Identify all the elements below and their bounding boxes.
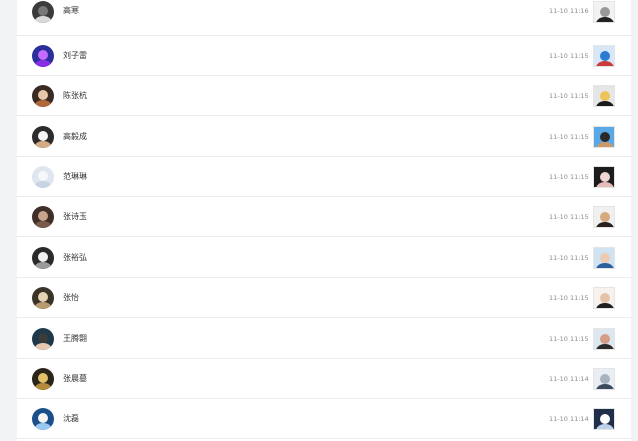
avatar[interactable] <box>32 45 54 67</box>
timestamp: 11-10 11:14 <box>549 375 589 383</box>
avatar[interactable] <box>32 328 54 350</box>
post-thumbnail[interactable] <box>593 166 615 188</box>
post-thumbnail[interactable] <box>593 328 615 350</box>
list-item[interactable]: 高毅成 11-10 11:15 <box>17 117 631 157</box>
list-item[interactable]: 高寒 11-10 11:16 <box>17 0 631 36</box>
list-item[interactable]: 陈张杭 11-10 11:15 <box>17 76 631 116</box>
post-thumbnail[interactable] <box>593 85 615 107</box>
timestamp: 11-10 11:15 <box>549 213 589 221</box>
post-thumbnail[interactable] <box>593 45 615 67</box>
user-name[interactable]: 高寒 <box>63 5 79 17</box>
avatar[interactable] <box>32 206 54 228</box>
timestamp: 11-10 11:15 <box>549 294 589 302</box>
avatar[interactable] <box>32 287 54 309</box>
user-name[interactable]: 王腾翾 <box>63 333 87 345</box>
list-item[interactable]: 张诗玉 11-10 11:15 <box>17 197 631 237</box>
timestamp: 11-10 11:14 <box>549 415 589 423</box>
avatar[interactable] <box>32 247 54 269</box>
post-thumbnail[interactable] <box>593 287 615 309</box>
post-thumbnail[interactable] <box>593 247 615 269</box>
post-thumbnail[interactable] <box>593 408 615 430</box>
avatar[interactable] <box>32 85 54 107</box>
list-item[interactable]: 张晨墓 11-10 11:14 <box>17 359 631 399</box>
timestamp: 11-10 11:15 <box>549 133 589 141</box>
post-thumbnail[interactable] <box>593 368 615 390</box>
list-item[interactable]: 张裕弘 11-10 11:15 <box>17 238 631 278</box>
avatar[interactable] <box>32 1 54 23</box>
avatar[interactable] <box>32 126 54 148</box>
user-name[interactable]: 陈张杭 <box>63 90 87 102</box>
timestamp: 11-10 11:15 <box>549 52 589 60</box>
user-name[interactable]: 刘子雷 <box>63 50 87 62</box>
list-item[interactable]: 范琳琳 11-10 11:15 <box>17 157 631 197</box>
list-item[interactable]: 沈磊 11-10 11:14 <box>17 399 631 439</box>
user-name[interactable]: 范琳琳 <box>63 171 87 183</box>
user-name[interactable]: 张裕弘 <box>63 252 87 264</box>
list-item[interactable]: 王腾翾 11-10 11:15 <box>17 319 631 359</box>
user-name[interactable]: 沈磊 <box>63 413 79 425</box>
user-name[interactable]: 高毅成 <box>63 131 87 143</box>
timestamp: 11-10 11:15 <box>549 173 589 181</box>
post-thumbnail[interactable] <box>593 126 615 148</box>
timestamp: 11-10 11:16 <box>549 7 589 15</box>
avatar[interactable] <box>32 166 54 188</box>
list-item[interactable]: 刘子雷 11-10 11:15 <box>17 36 631 76</box>
user-name[interactable]: 张诗玉 <box>63 211 87 223</box>
timestamp: 11-10 11:15 <box>549 92 589 100</box>
avatar[interactable] <box>32 408 54 430</box>
post-thumbnail[interactable] <box>593 206 615 228</box>
notification-list: 高寒 11-10 11:16 刘子雷 11-10 11:15 陈张杭 11-10 11:1… <box>17 0 631 441</box>
timestamp: 11-10 11:15 <box>549 335 589 343</box>
timestamp: 11-10 11:15 <box>549 254 589 262</box>
user-name[interactable]: 张怡 <box>63 292 79 304</box>
list-item[interactable]: 张怡 11-10 11:15 <box>17 278 631 318</box>
avatar[interactable] <box>32 368 54 390</box>
user-name[interactable]: 张晨墓 <box>63 373 87 385</box>
post-thumbnail[interactable] <box>593 1 615 23</box>
